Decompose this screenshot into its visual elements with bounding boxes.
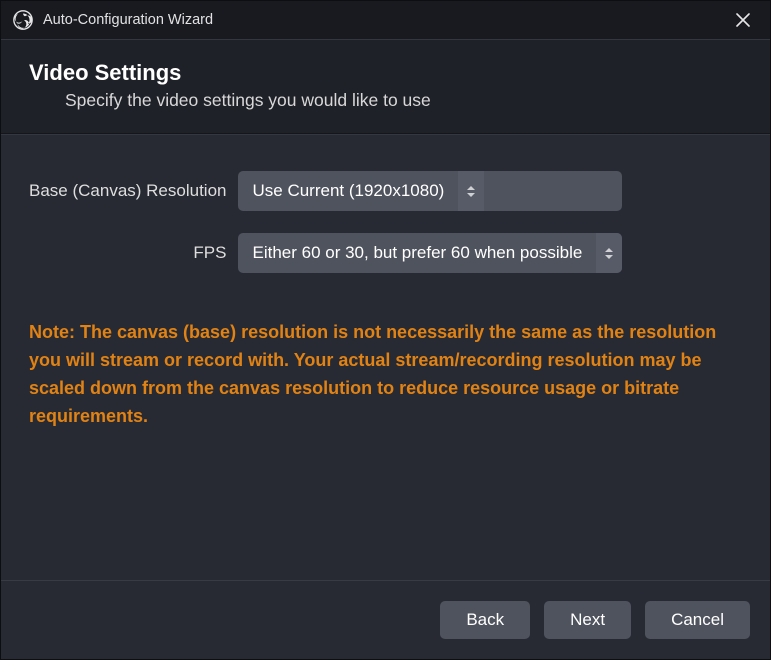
chevron-up-icon: [605, 248, 613, 252]
chevron-down-icon: [467, 193, 475, 197]
next-button[interactable]: Next: [544, 601, 631, 639]
page-header: Video Settings Specify the video setting…: [1, 39, 770, 134]
fps-select[interactable]: Either 60 or 30, but prefer 60 when poss…: [238, 233, 622, 273]
wizard-footer: Back Next Cancel: [1, 580, 770, 659]
chevron-down-icon: [605, 255, 613, 259]
back-button[interactable]: Back: [440, 601, 530, 639]
titlebar: Auto-Configuration Wizard: [1, 1, 770, 39]
resolution-note: Note: The canvas (base) resolution is no…: [29, 319, 731, 431]
resolution-select[interactable]: Use Current (1920x1080): [238, 171, 622, 211]
page-title: Video Settings: [29, 60, 742, 86]
content-area: Base (Canvas) Resolution Use Current (19…: [1, 134, 770, 580]
wizard-window: Auto-Configuration Wizard Video Settings…: [0, 0, 771, 660]
close-icon: [736, 13, 750, 27]
fps-value: Either 60 or 30, but prefer 60 when poss…: [238, 233, 596, 273]
fps-stepper[interactable]: [596, 233, 622, 273]
chevron-up-icon: [467, 186, 475, 190]
resolution-label: Base (Canvas) Resolution: [29, 181, 226, 201]
window-title: Auto-Configuration Wizard: [43, 12, 716, 28]
close-button[interactable]: [726, 6, 760, 34]
fps-label: FPS: [29, 243, 226, 263]
cancel-button[interactable]: Cancel: [645, 601, 750, 639]
resolution-value: Use Current (1920x1080): [238, 171, 458, 211]
obs-icon: [13, 10, 33, 30]
settings-form: Base (Canvas) Resolution Use Current (19…: [29, 171, 742, 273]
resolution-stepper[interactable]: [458, 171, 484, 211]
page-subtitle: Specify the video settings you would lik…: [65, 90, 742, 111]
